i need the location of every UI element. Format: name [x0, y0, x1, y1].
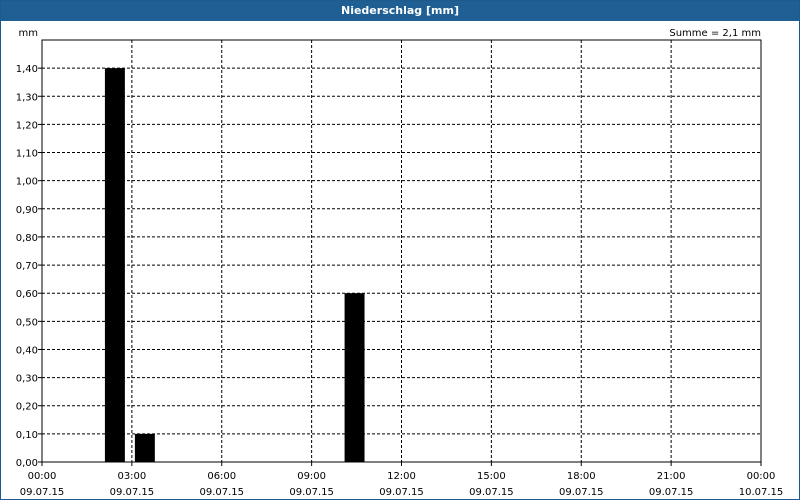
x-tick-time: 12:00 — [387, 471, 416, 482]
y-tick-label: 0,40 — [16, 345, 38, 356]
y-tick-label: 1,20 — [16, 120, 38, 131]
x-tick-date: 09.07.15 — [559, 487, 604, 498]
y-tick-label: 1,00 — [16, 177, 38, 188]
precipitation-chart: 0,00 0,10 0,20 0,30 0,40 0,50 0,60 0,70 0,80 0,90… — [16, 28, 784, 498]
y-tick-label: 0,50 — [16, 317, 38, 328]
y-tick-label: 0,80 — [16, 233, 38, 244]
y-tick-label: 0,30 — [16, 374, 38, 385]
x-tick-time: 15:00 — [477, 471, 506, 482]
y-tick-label: 0,20 — [16, 402, 38, 413]
x-tick-time: 18:00 — [567, 471, 596, 482]
x-tick-date: 09.07.15 — [379, 487, 424, 498]
x-tick-time: 03:00 — [117, 471, 146, 482]
y-tick-label: 0,00 — [16, 458, 38, 469]
x-tick-time: 21:00 — [657, 471, 686, 482]
x-tick-date: 10.07.15 — [739, 487, 784, 498]
x-tick-time: 06:00 — [207, 471, 236, 482]
y-tick-label: 0,10 — [16, 430, 38, 441]
x-tick-time: 00:00 — [747, 471, 776, 482]
x-tick-time: 00:00 — [28, 471, 57, 482]
precipitation-bar — [344, 293, 365, 462]
x-tick-date: 09.07.15 — [649, 487, 694, 498]
x-tick-date: 09.07.15 — [20, 487, 65, 498]
y-tick-label: 1,10 — [16, 149, 38, 160]
y-tick-label: 0,60 — [16, 289, 38, 300]
x-tick-time: 09:00 — [297, 471, 326, 482]
chart-title: Niederschlag [mm] — [1, 1, 799, 21]
x-tick-date: 09.07.15 — [469, 487, 514, 498]
sum-label: Summe = 2,1 mm — [669, 28, 761, 39]
x-tick-date: 09.07.15 — [289, 487, 334, 498]
y-tick-label: 1,40 — [16, 64, 38, 75]
precipitation-bar — [134, 433, 155, 462]
x-tick-date: 09.07.15 — [199, 487, 244, 498]
y-axis-label: mm — [19, 28, 38, 39]
y-tick-label: 1,30 — [16, 92, 38, 103]
y-tick-label: 0,70 — [16, 261, 38, 272]
chart-window: Niederschlag [mm] 0,00 0,10 0,20 0,30 0,40 0,… — [0, 0, 800, 500]
x-tick-date: 09.07.15 — [110, 487, 155, 498]
precipitation-bar — [104, 68, 125, 462]
y-tick-label: 0,90 — [16, 205, 38, 216]
